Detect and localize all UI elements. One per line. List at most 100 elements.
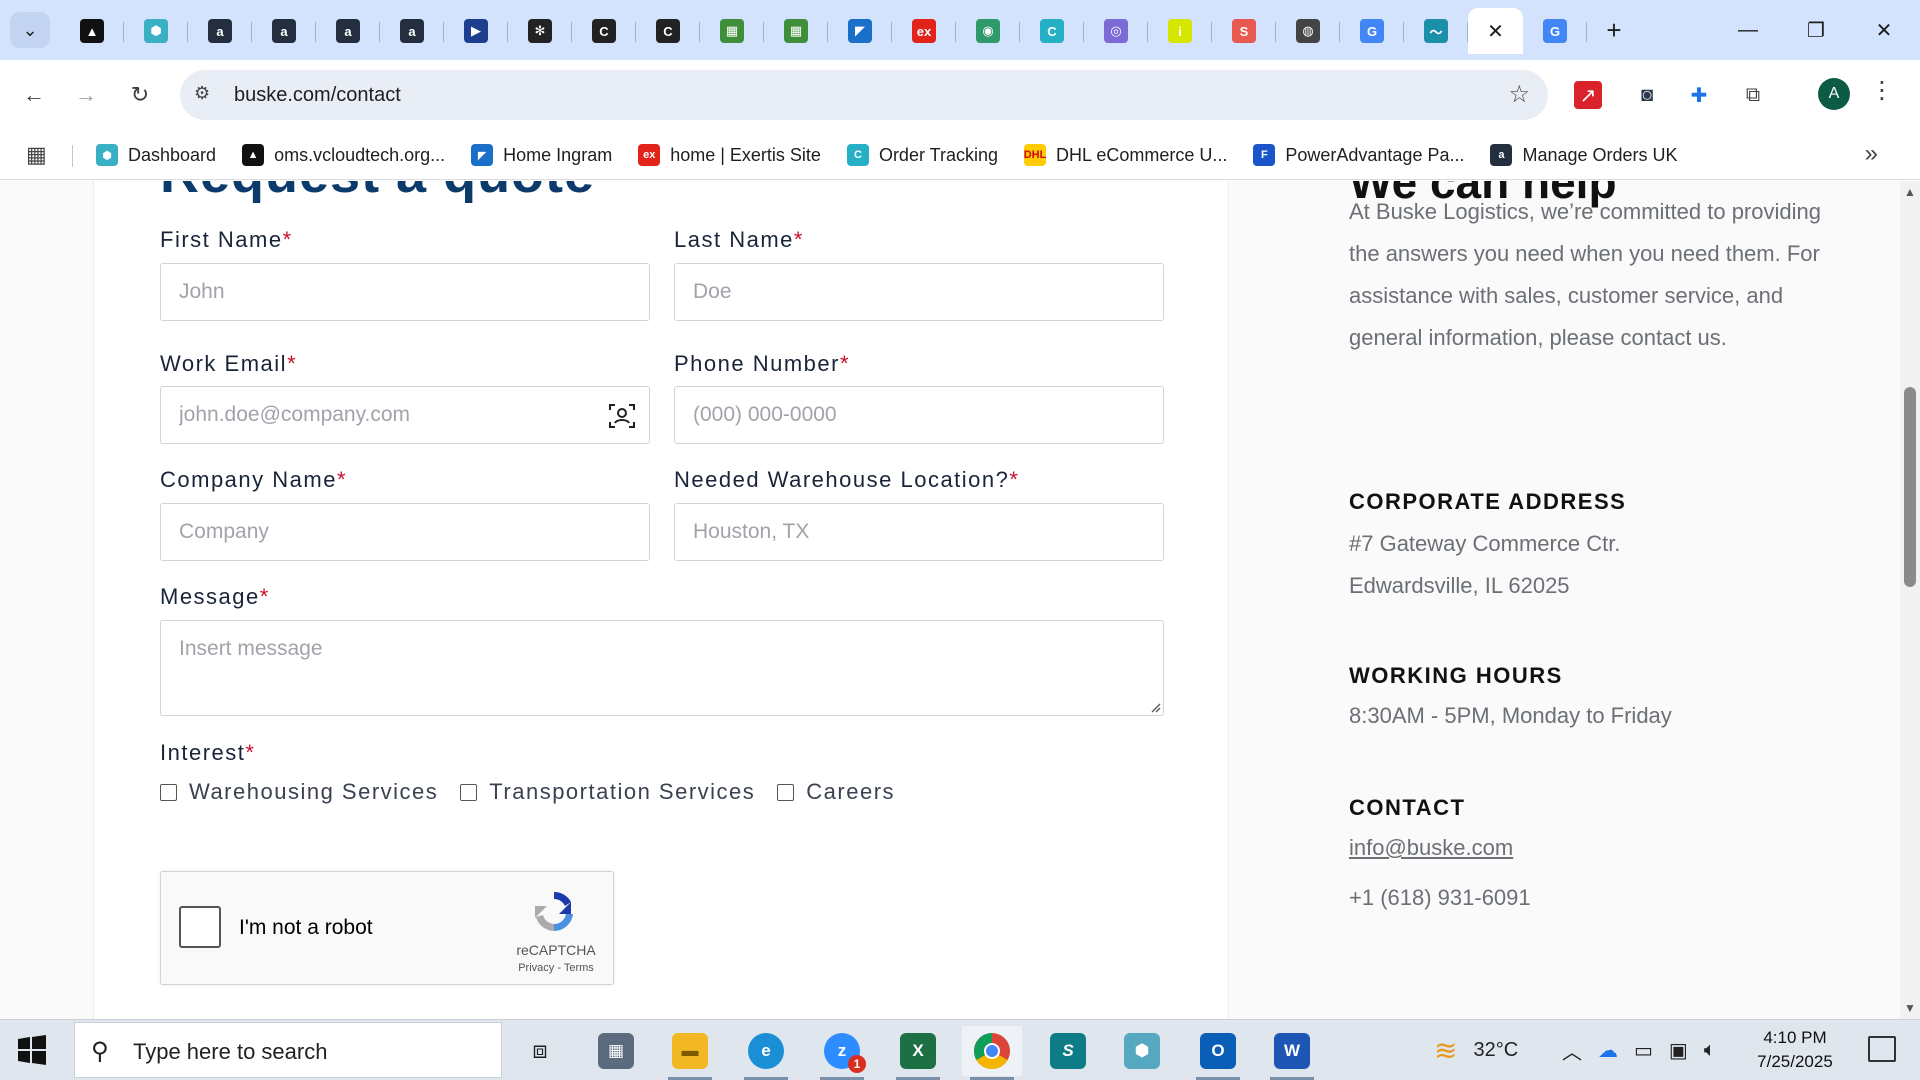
task-view-button[interactable]: ⧈ — [510, 1026, 570, 1076]
windows-start-icon[interactable] — [16, 1034, 48, 1066]
company-name-field[interactable] — [160, 503, 650, 561]
bookmark-item[interactable]: DHL DHL eCommerce U... — [1024, 144, 1227, 166]
zoom-app[interactable]: z1 — [812, 1026, 872, 1080]
tab-11[interactable]: ▦ — [764, 8, 828, 54]
tab-0[interactable]: ▲ — [60, 8, 124, 54]
work-email-input[interactable] — [161, 387, 649, 443]
word-app[interactable]: W — [1262, 1026, 1322, 1080]
tab-6[interactable]: ▶ — [444, 8, 508, 54]
bookmark-item[interactable]: ⬢ Dashboard — [96, 144, 216, 166]
interest-option-warehousing[interactable]: Warehousing Services — [160, 779, 438, 805]
tab-21[interactable]: 〜 — [1404, 8, 1468, 54]
message-field[interactable] — [160, 620, 1164, 716]
uk-extension-icon[interactable]: ◙ — [1630, 78, 1664, 112]
tab-7[interactable]: ✻ — [508, 8, 572, 54]
tab-4[interactable]: a — [316, 8, 380, 54]
tab-18[interactable]: S — [1212, 8, 1276, 54]
file-explorer-app[interactable]: ▬ — [660, 1026, 720, 1080]
address-bar[interactable]: ⚙ buske.com/contact ☆ — [180, 70, 1548, 120]
taskbar-search-box[interactable]: ⚲ Type here to search — [74, 1022, 502, 1078]
page-scrollbar[interactable]: ▲ ▼ — [1900, 181, 1920, 1019]
taskbar-clock[interactable]: 4:10 PM 7/25/2025 — [1736, 1026, 1854, 1074]
tab-10[interactable]: ▦ — [700, 8, 764, 54]
first-name-field[interactable] — [160, 263, 650, 321]
minimize-button[interactable]: — — [1714, 0, 1782, 60]
tab-1[interactable]: ⬢ — [124, 8, 188, 54]
puzzle-extension-icon[interactable]: ✚ — [1682, 78, 1716, 112]
last-name-field[interactable] — [674, 263, 1164, 321]
bookmark-item[interactable]: ◤ Home Ingram — [471, 144, 612, 166]
excel-app[interactable]: X — [888, 1026, 948, 1080]
script-app[interactable]: S — [1038, 1026, 1098, 1076]
company-name-input[interactable] — [161, 504, 649, 560]
forward-button[interactable]: → — [66, 75, 106, 115]
notification-center-icon[interactable] — [1868, 1036, 1896, 1062]
first-name-input[interactable] — [161, 264, 649, 320]
restore-button[interactable]: ❐ — [1782, 0, 1850, 60]
tab-active[interactable]: ✕ — [1468, 8, 1523, 54]
volume-icon[interactable]: 🔈︎ — [1704, 1039, 1716, 1062]
bookmark-star-icon[interactable]: ☆ — [1508, 80, 1530, 109]
tab-17[interactable]: i — [1148, 8, 1212, 54]
work-email-field[interactable] — [160, 386, 650, 444]
weather-widget[interactable]: ≋ 32°C — [1434, 1020, 1518, 1080]
onedrive-icon[interactable]: ☁ — [1598, 1038, 1618, 1063]
tab-20[interactable]: G — [1340, 8, 1404, 54]
tab-14[interactable]: ◉ — [956, 8, 1020, 54]
more-bookmarks-icon[interactable]: » — [1865, 140, 1878, 168]
edge-app[interactable]: e — [736, 1026, 796, 1080]
recaptcha-links[interactable]: Privacy - Terms — [501, 962, 611, 974]
scrollbar-thumb[interactable] — [1904, 387, 1916, 587]
bookmark-item[interactable]: C Order Tracking — [846, 144, 998, 166]
tab-15[interactable]: C — [1020, 8, 1084, 54]
interest-option-transportation[interactable]: Transportation Services — [460, 779, 755, 805]
careers-checkbox[interactable] — [777, 783, 795, 801]
tab-19[interactable]: ◍ — [1276, 8, 1340, 54]
warehouse-location-input[interactable] — [675, 504, 1163, 560]
resize-handle-icon[interactable] — [1149, 701, 1161, 713]
bookmark-item[interactable]: ex home | Exertis Site — [638, 144, 821, 166]
bookmark-item[interactable]: a Manage Orders UK — [1490, 144, 1678, 166]
contact-autofill-icon[interactable] — [607, 401, 637, 431]
new-tab-button[interactable]: + — [1596, 12, 1632, 48]
reload-button[interactable]: ↻ — [120, 75, 160, 115]
site-settings-icon[interactable]: ⚙ — [194, 83, 210, 104]
tab-search-button[interactable]: ⌄ — [10, 12, 50, 48]
hexagon-app[interactable]: ⬢ — [1112, 1026, 1172, 1076]
contact-phone[interactable]: +1 (618) 931-6091 — [1349, 877, 1531, 919]
back-button[interactable]: ← — [14, 75, 54, 115]
recaptcha-checkbox[interactable] — [179, 906, 221, 948]
calculator-app[interactable]: ▦ — [586, 1026, 646, 1076]
scroll-down-icon[interactable]: ▼ — [1904, 1001, 1916, 1015]
warehousing-checkbox[interactable] — [160, 783, 177, 801]
network-icon[interactable]: ▣ — [1669, 1038, 1688, 1063]
warehouse-location-field[interactable] — [674, 503, 1164, 561]
interest-option-careers[interactable]: Careers — [777, 779, 895, 805]
extensions-icon[interactable]: ⧉ — [1736, 78, 1770, 112]
chevron-up-icon[interactable]: ︿ — [1562, 1036, 1582, 1065]
tab-13[interactable]: ex — [892, 8, 956, 54]
tab-3[interactable]: a — [252, 8, 316, 54]
chrome-app[interactable] — [962, 1026, 1022, 1080]
apps-grid-icon[interactable]: ▦ — [26, 142, 47, 168]
outlook-app[interactable]: O — [1188, 1026, 1248, 1080]
bookmark-item[interactable]: F PowerAdvantage Pa... — [1253, 144, 1464, 166]
tab-8[interactable]: C — [572, 8, 636, 54]
close-icon[interactable]: ✕ — [1487, 19, 1504, 44]
battery-icon[interactable]: ▭ — [1634, 1038, 1653, 1063]
transportation-checkbox[interactable] — [460, 783, 478, 801]
tab-9[interactable]: C — [636, 8, 700, 54]
email-link[interactable]: info@buske.com — [1349, 835, 1513, 860]
bookmark-item[interactable]: ▲ oms.vcloudtech.org... — [242, 144, 445, 166]
tab-23[interactable]: G — [1523, 8, 1587, 54]
close-window-button[interactable]: ✕ — [1850, 0, 1918, 60]
last-name-input[interactable] — [675, 264, 1163, 320]
scroll-up-icon[interactable]: ▲ — [1904, 185, 1916, 199]
url-text[interactable]: buske.com/contact — [234, 84, 401, 107]
profile-avatar[interactable]: A — [1818, 78, 1850, 110]
pdf-extension-icon[interactable]: ↗ — [1574, 81, 1602, 109]
menu-kebab-icon[interactable]: ⋮ — [1870, 76, 1894, 105]
phone-number-input[interactable] — [675, 387, 1163, 443]
message-textarea[interactable] — [161, 621, 1163, 715]
tab-12[interactable]: ◤ — [828, 8, 892, 54]
